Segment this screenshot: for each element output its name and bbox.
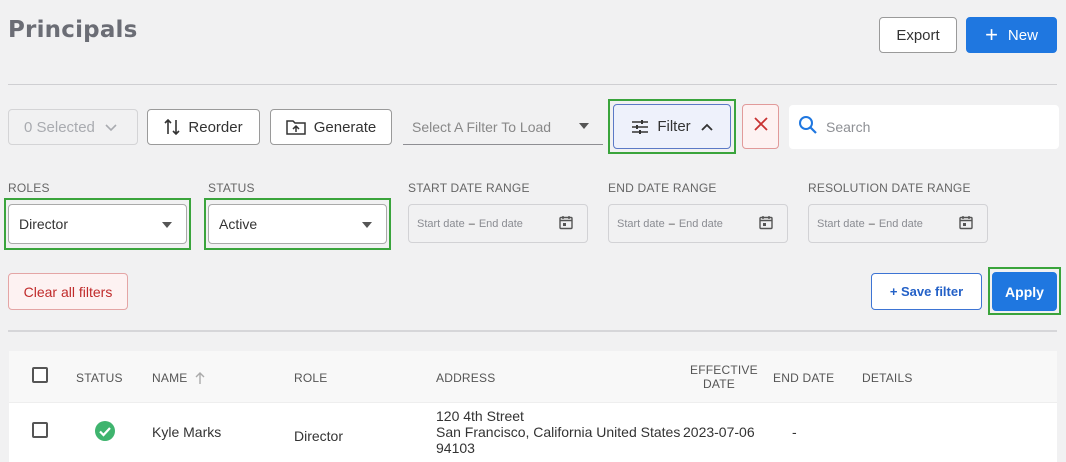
end-date-placeholder: End date (878, 217, 923, 230)
search-box[interactable] (789, 105, 1059, 149)
sort-arrows-icon (164, 118, 180, 136)
bulk-selected-dropdown[interactable]: 0 Selected (8, 109, 138, 145)
saved-filter-placeholder: Select A Filter To Load (412, 118, 552, 135)
save-filter-button[interactable]: + Save filter (871, 273, 982, 310)
filter-label: Filter (657, 118, 691, 135)
roles-select[interactable]: Director (8, 204, 187, 244)
divider (8, 84, 1057, 85)
resolution-date-range-picker[interactable]: Start date – End date (808, 204, 988, 243)
column-header-effective-date: EFFECTIVE DATE (690, 363, 758, 391)
date-separator: – (668, 217, 675, 230)
address-line-1: 120 4th Street (436, 408, 524, 424)
column-header-details: DETAILS (862, 371, 913, 385)
table-header: STATUS NAME ROLE ADDRESS EFFECTIVE DATE … (9, 351, 1057, 403)
column-header-end-date: END DATE (773, 371, 835, 385)
export-button[interactable]: Export (879, 17, 957, 53)
date-separator: – (468, 217, 475, 230)
start-date-placeholder: Start date (817, 217, 865, 230)
search-icon (798, 115, 818, 140)
status-select[interactable]: Active (208, 204, 387, 244)
resolution-date-filter-label: RESOLUTION DATE RANGE (808, 181, 971, 195)
column-header-status: STATUS (76, 371, 123, 385)
end-date-range-picker[interactable]: Start date – End date (608, 204, 788, 243)
roles-filter-label: ROLES (8, 181, 50, 195)
page-title: Principals (8, 17, 138, 43)
column-header-role: ROLE (294, 371, 328, 385)
generate-button[interactable]: Generate (270, 109, 392, 145)
start-date-range-picker[interactable]: Start date – End date (408, 204, 588, 243)
principal-role: Director (294, 428, 344, 444)
address-line-3: 94103 (436, 440, 475, 456)
close-filter-button[interactable] (742, 104, 779, 149)
principal-end-date: - (792, 424, 797, 440)
reorder-label: Reorder (188, 118, 243, 136)
close-icon (753, 116, 769, 137)
principal-effective-date: 2023-07-06 (683, 424, 755, 440)
clear-all-filters-button[interactable]: Clear all filters (8, 273, 128, 310)
table-row[interactable]: Kyle Marks Director 120 4th Street San F… (9, 403, 1057, 462)
column-header-name[interactable]: NAME (152, 371, 205, 385)
calendar-icon[interactable] (559, 215, 573, 233)
row-checkbox[interactable] (32, 422, 48, 438)
new-button[interactable]: + New (966, 17, 1057, 53)
roles-select-value: Director (19, 216, 69, 232)
plus-icon: + (985, 22, 998, 47)
search-input[interactable] (826, 119, 1026, 135)
selected-count-label: 0 Selected (24, 118, 95, 136)
end-date-filter-label: END DATE RANGE (608, 181, 717, 195)
chevron-down-icon (105, 120, 117, 135)
end-date-placeholder: End date (478, 217, 523, 230)
effective-date-header-line2: DATE (703, 377, 735, 391)
date-separator: – (868, 217, 875, 230)
caret-down-icon (362, 222, 372, 228)
saved-filter-select[interactable]: Select A Filter To Load (403, 109, 603, 145)
effective-date-header-line1: EFFECTIVE (690, 363, 758, 377)
column-header-address: ADDRESS (436, 371, 496, 385)
select-all-checkbox[interactable] (32, 367, 48, 383)
sort-up-arrow-icon (195, 372, 205, 384)
chevron-up-icon (701, 123, 713, 131)
sliders-icon (631, 119, 649, 135)
status-filter-label: STATUS (208, 181, 255, 195)
principal-name[interactable]: Kyle Marks (152, 424, 221, 440)
caret-down-icon (162, 222, 172, 228)
start-date-placeholder: Start date (417, 217, 465, 230)
principal-address: 120 4th Street San Francisco, California… (436, 408, 680, 456)
upload-folder-icon (285, 119, 306, 135)
column-header-name-label: NAME (152, 371, 188, 385)
status-active-icon (95, 421, 115, 446)
calendar-icon[interactable] (959, 215, 973, 233)
filter-toggle-button[interactable]: Filter (613, 104, 731, 149)
start-date-placeholder: Start date (617, 217, 665, 230)
end-date-placeholder: End date (678, 217, 723, 230)
caret-down-icon (579, 123, 589, 129)
principals-table: STATUS NAME ROLE ADDRESS EFFECTIVE DATE … (9, 351, 1057, 462)
apply-button[interactable]: Apply (992, 272, 1057, 311)
status-select-value: Active (219, 216, 258, 232)
reorder-button[interactable]: Reorder (147, 109, 260, 145)
start-date-filter-label: START DATE RANGE (408, 181, 530, 195)
new-button-label: New (1007, 26, 1038, 44)
divider (8, 330, 1057, 332)
address-line-2: San Francisco, California United States (436, 424, 681, 440)
generate-label: Generate (313, 118, 377, 136)
calendar-icon[interactable] (759, 215, 773, 233)
